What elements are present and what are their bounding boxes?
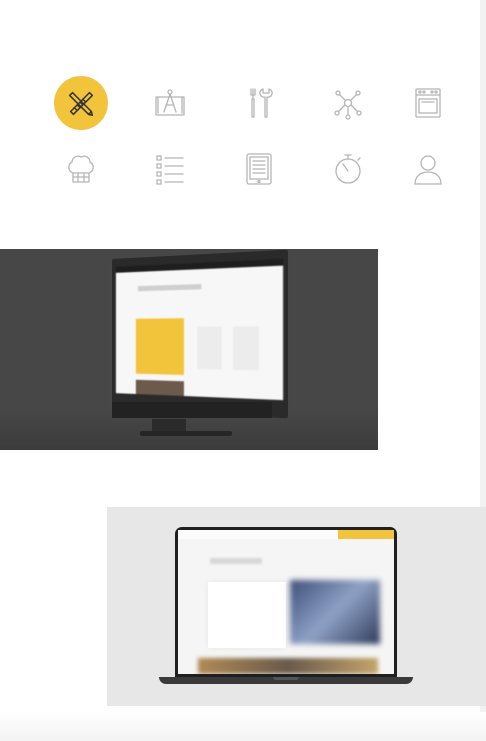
preview-heading	[137, 284, 202, 292]
preview-card	[208, 582, 286, 648]
preview-photo	[135, 379, 184, 397]
laptop-website-preview	[178, 530, 394, 674]
tools-icon[interactable]	[232, 76, 286, 130]
menu-bar	[115, 258, 284, 273]
chef-hat-icon[interactable]	[54, 142, 108, 196]
desktop-mockup	[0, 249, 378, 450]
user-icon[interactable]	[401, 142, 455, 196]
preview-yellow-card	[135, 318, 184, 375]
imac-foot	[140, 431, 232, 436]
laptop-mockup	[107, 507, 486, 706]
preview-column	[197, 326, 222, 370]
imac-screen	[112, 249, 289, 419]
preview-gallery-strip	[198, 658, 378, 674]
preview-column	[233, 326, 259, 371]
pencil-ruler-icon[interactable]	[54, 76, 108, 130]
stopwatch-icon[interactable]	[321, 142, 375, 196]
oven-icon[interactable]	[401, 76, 455, 130]
imac-website-preview	[115, 258, 284, 401]
bottom-fade	[0, 712, 486, 741]
tablet-icon[interactable]	[232, 142, 286, 196]
compass-blueprint-icon[interactable]	[143, 76, 197, 130]
laptop-lid	[175, 527, 397, 679]
laptop-notch	[273, 677, 299, 680]
preview-contact-badge	[338, 530, 394, 539]
imac-chin	[112, 402, 272, 418]
preview-photo	[290, 580, 380, 644]
preview-heading	[210, 558, 262, 564]
icon-grid	[54, 76, 442, 196]
network-icon[interactable]	[321, 76, 375, 130]
checklist-icon[interactable]	[143, 142, 197, 196]
